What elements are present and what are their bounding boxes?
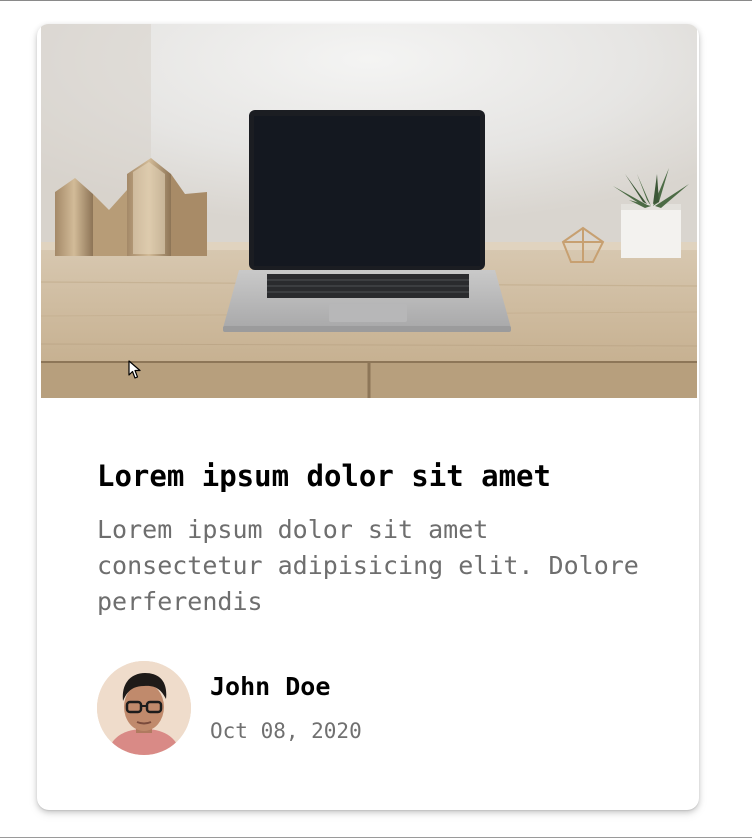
card-title[interactable]: Lorem ipsum dolor sit amet bbox=[97, 456, 657, 496]
card-excerpt: Lorem ipsum dolor sit amet consectetur a… bbox=[97, 515, 639, 616]
author-info: John Doe Oct 08, 2020 bbox=[210, 671, 362, 745]
post-date: Oct 08, 2020 bbox=[210, 719, 362, 743]
card-body: Lorem ipsum dolor sit amet Lorem ipsum d… bbox=[97, 456, 657, 620]
bottom-divider bbox=[0, 837, 752, 838]
author-avatar bbox=[97, 661, 191, 755]
author-name: John Doe bbox=[210, 672, 331, 701]
author-block: John Doe Oct 08, 2020 bbox=[97, 660, 362, 756]
mouse-cursor-icon bbox=[128, 360, 141, 379]
blog-card[interactable]: Lorem ipsum dolor sit amet Lorem ipsum d… bbox=[37, 24, 699, 810]
top-divider bbox=[0, 0, 752, 1]
hero-image bbox=[41, 24, 697, 398]
